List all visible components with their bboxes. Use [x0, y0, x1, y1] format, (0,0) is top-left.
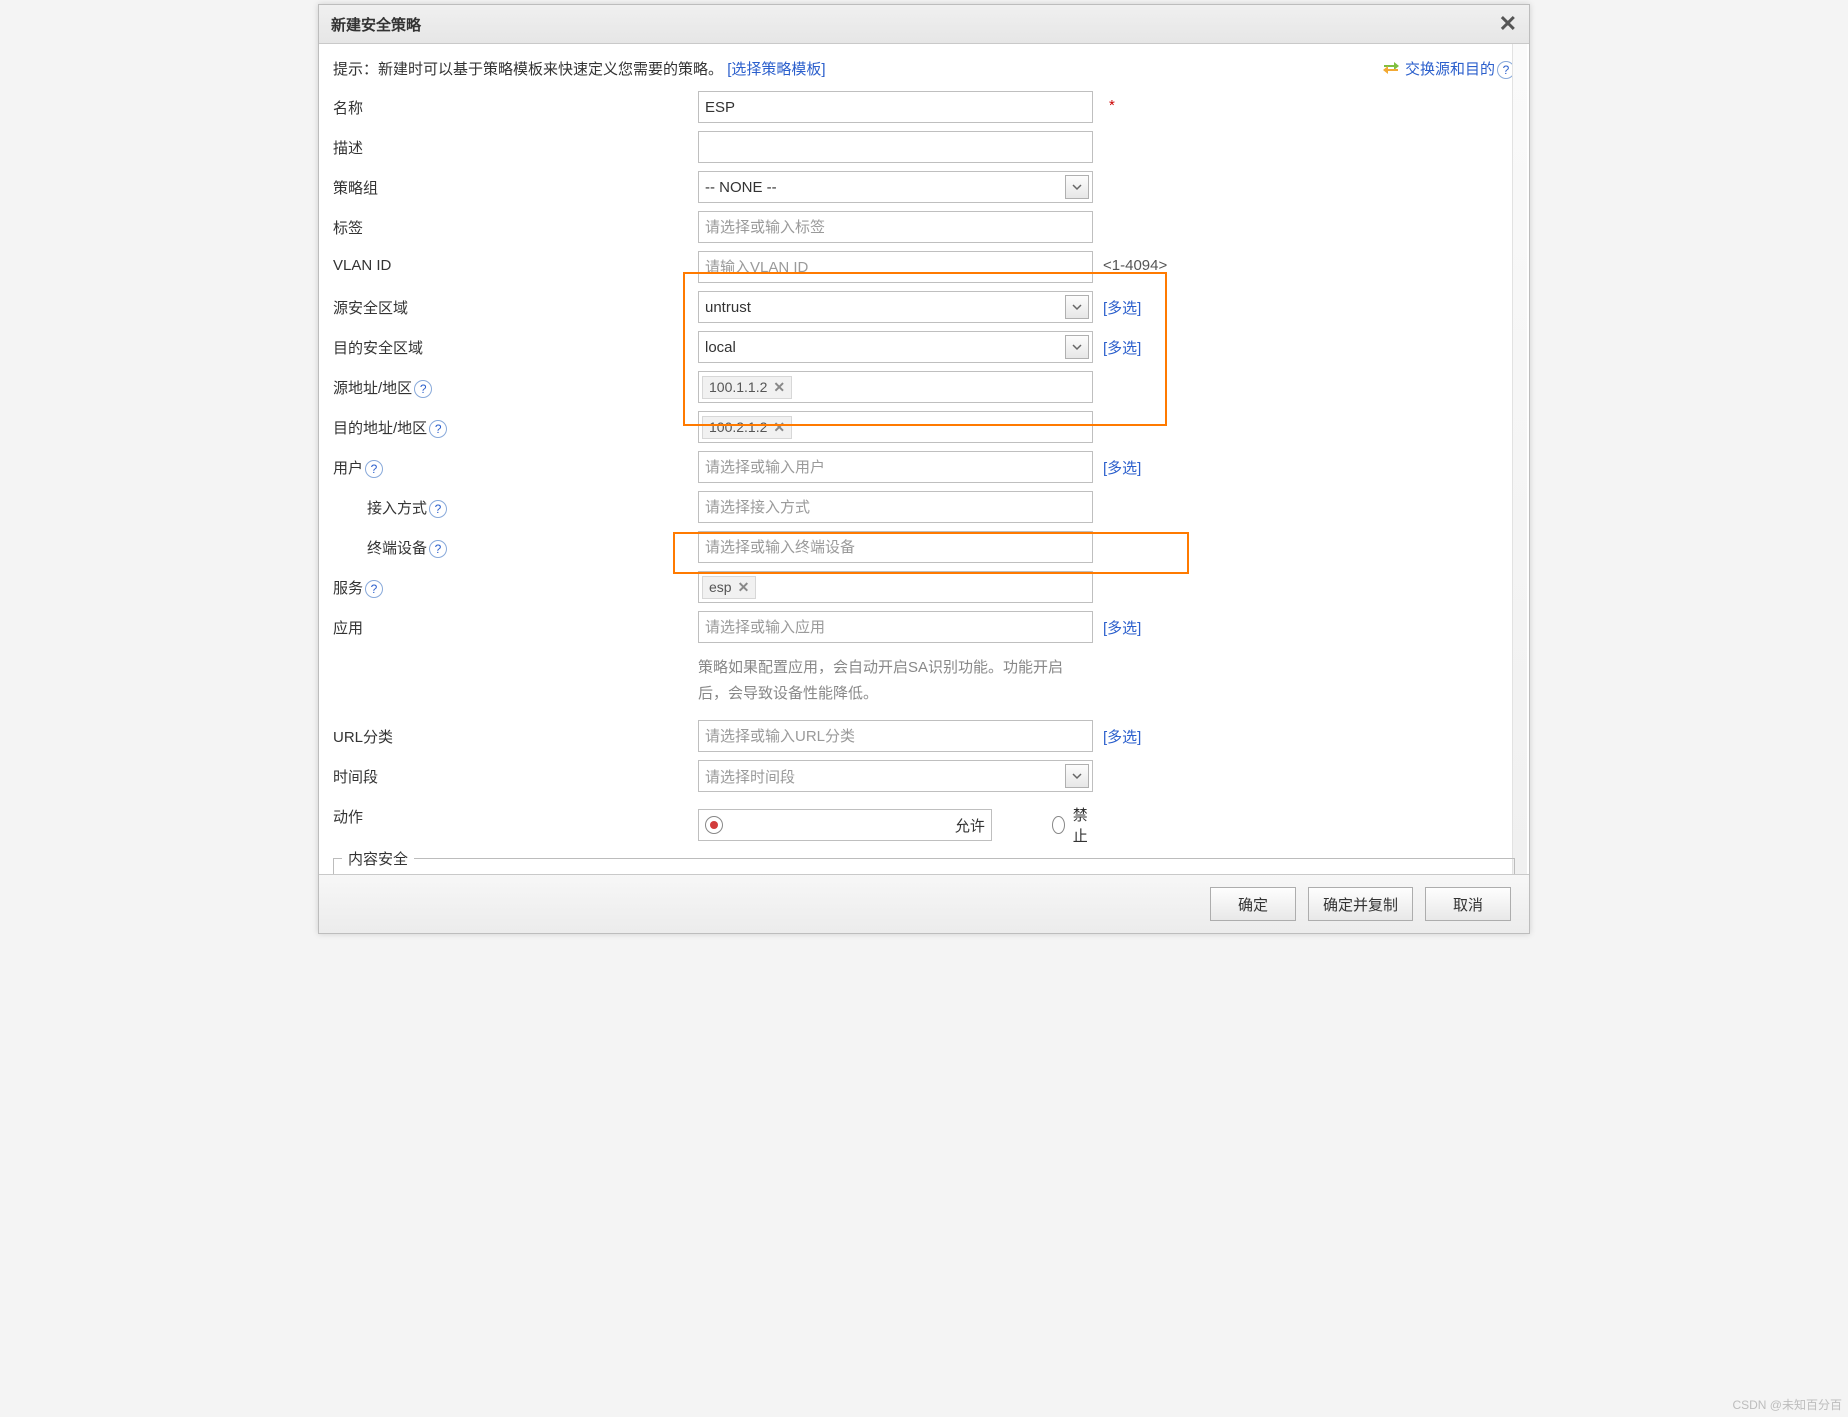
src-zone-multi-link[interactable]: [多选]	[1103, 300, 1141, 317]
label-action: 动作	[333, 800, 698, 827]
dst-zone-select[interactable]: local	[698, 331, 1093, 363]
time-placeholder: 请选择时间段	[705, 766, 1065, 787]
tags-input[interactable]	[698, 211, 1093, 243]
content-security-legend: 内容安全	[342, 848, 414, 869]
url-cat-input[interactable]	[698, 720, 1093, 752]
ok-button[interactable]: 确定	[1210, 887, 1296, 921]
hint-row: 交换源和目的? 提示：新建时可以基于策略模板来快速定义您需要的策略。 [选择策略…	[333, 52, 1515, 91]
label-url-cat: URL分类	[333, 720, 698, 747]
content-security-section: 内容安全 反病毒 -- NONE -- [配置] 入侵防御 -- NONE --	[333, 858, 1515, 874]
user-input[interactable]	[698, 451, 1093, 483]
cancel-button[interactable]: 取消	[1425, 887, 1511, 921]
dst-addr-tag[interactable]: 100.2.1.2✕	[702, 416, 792, 439]
src-addr-tag[interactable]: 100.1.1.2✕	[702, 376, 792, 399]
tag-remove-icon[interactable]: ✕	[738, 579, 750, 596]
hint-text: 新建时可以基于策略模板来快速定义您需要的策略。	[378, 61, 723, 78]
src-zone-value: untrust	[705, 299, 1065, 316]
dst-zone-value: local	[705, 339, 1065, 356]
user-multi-link[interactable]: [多选]	[1103, 460, 1141, 477]
label-terminal: 终端设备?	[333, 531, 698, 558]
help-icon[interactable]: ?	[429, 500, 447, 518]
vlan-range-hint: <1-4094>	[1093, 251, 1167, 274]
src-addr-input[interactable]: 100.1.1.2✕	[698, 371, 1093, 403]
desc-input[interactable]	[698, 131, 1093, 163]
action-allow-radio[interactable]: 允许	[698, 809, 992, 841]
help-icon[interactable]: ?	[414, 380, 432, 398]
label-user: 用户?	[333, 451, 698, 478]
hint-prefix: 提示：	[333, 61, 378, 78]
close-icon[interactable]: ✕	[1499, 13, 1517, 35]
label-access: 接入方式?	[333, 491, 698, 518]
time-select[interactable]: 请选择时间段	[698, 760, 1093, 792]
service-tag[interactable]: esp✕	[702, 576, 756, 599]
label-src-addr: 源地址/地区?	[333, 371, 698, 398]
help-icon[interactable]: ?	[429, 540, 447, 558]
label-time: 时间段	[333, 760, 698, 787]
chevron-down-icon	[1065, 335, 1089, 359]
chevron-down-icon	[1065, 175, 1089, 199]
chevron-down-icon	[1065, 295, 1089, 319]
dialog-body: 交换源和目的? 提示：新建时可以基于策略模板来快速定义您需要的策略。 [选择策略…	[319, 44, 1529, 874]
label-tags: 标签	[333, 211, 698, 238]
label-src-zone: 源安全区域	[333, 291, 698, 318]
chevron-down-icon	[1065, 764, 1089, 788]
choose-template-link[interactable]: [选择策略模板]	[727, 61, 825, 78]
swap-icon	[1383, 61, 1399, 79]
vlan-input[interactable]	[698, 251, 1093, 283]
group-value: -- NONE --	[705, 179, 1065, 196]
tag-remove-icon[interactable]: ✕	[773, 379, 785, 396]
name-input[interactable]	[698, 91, 1093, 123]
dialog-new-security-policy: 新建安全策略 ✕ 交换源和目的? 提示：新建时可以基于策略模板来快速定义您需要的…	[318, 4, 1530, 934]
label-service: 服务?	[333, 571, 698, 598]
scrollbar[interactable]	[1512, 44, 1527, 874]
label-group: 策略组	[333, 171, 698, 198]
label-desc: 描述	[333, 131, 698, 158]
label-app: 应用	[333, 611, 698, 638]
app-input[interactable]	[698, 611, 1093, 643]
required-mark: *	[1103, 97, 1115, 114]
dialog-title: 新建安全策略	[331, 14, 421, 35]
ok-copy-button[interactable]: 确定并复制	[1308, 887, 1413, 921]
src-zone-select[interactable]: untrust	[698, 291, 1093, 323]
url-multi-link[interactable]: [多选]	[1103, 729, 1141, 746]
watermark: CSDN @未知百分百	[1732, 1396, 1842, 1413]
label-dst-zone: 目的安全区域	[333, 331, 698, 358]
service-input[interactable]: esp✕	[698, 571, 1093, 603]
help-icon[interactable]: ?	[365, 580, 383, 598]
label-dst-addr: 目的地址/地区?	[333, 411, 698, 438]
app-note: 策略如果配置应用，会自动开启SA识别功能。功能开启后，会导致设备性能降低。	[698, 651, 1088, 714]
app-multi-link[interactable]: [多选]	[1103, 620, 1141, 637]
dst-zone-multi-link[interactable]: [多选]	[1103, 340, 1141, 357]
label-name: 名称	[333, 91, 698, 118]
access-input[interactable]	[698, 491, 1093, 523]
group-select[interactable]: -- NONE --	[698, 171, 1093, 203]
help-icon[interactable]: ?	[429, 420, 447, 438]
dst-addr-input[interactable]: 100.2.1.2✕	[698, 411, 1093, 443]
terminal-input[interactable]	[698, 531, 1093, 563]
action-deny-radio[interactable]: 禁止	[1052, 804, 1093, 846]
help-icon[interactable]: ?	[365, 460, 383, 478]
tag-remove-icon[interactable]: ✕	[773, 419, 785, 436]
label-vlan: VLAN ID	[333, 251, 698, 274]
swap-src-dst-link[interactable]: 交换源和目的	[1405, 61, 1495, 78]
dialog-titlebar: 新建安全策略 ✕	[319, 5, 1529, 44]
dialog-footer: 确定 确定并复制 取消	[319, 874, 1529, 933]
